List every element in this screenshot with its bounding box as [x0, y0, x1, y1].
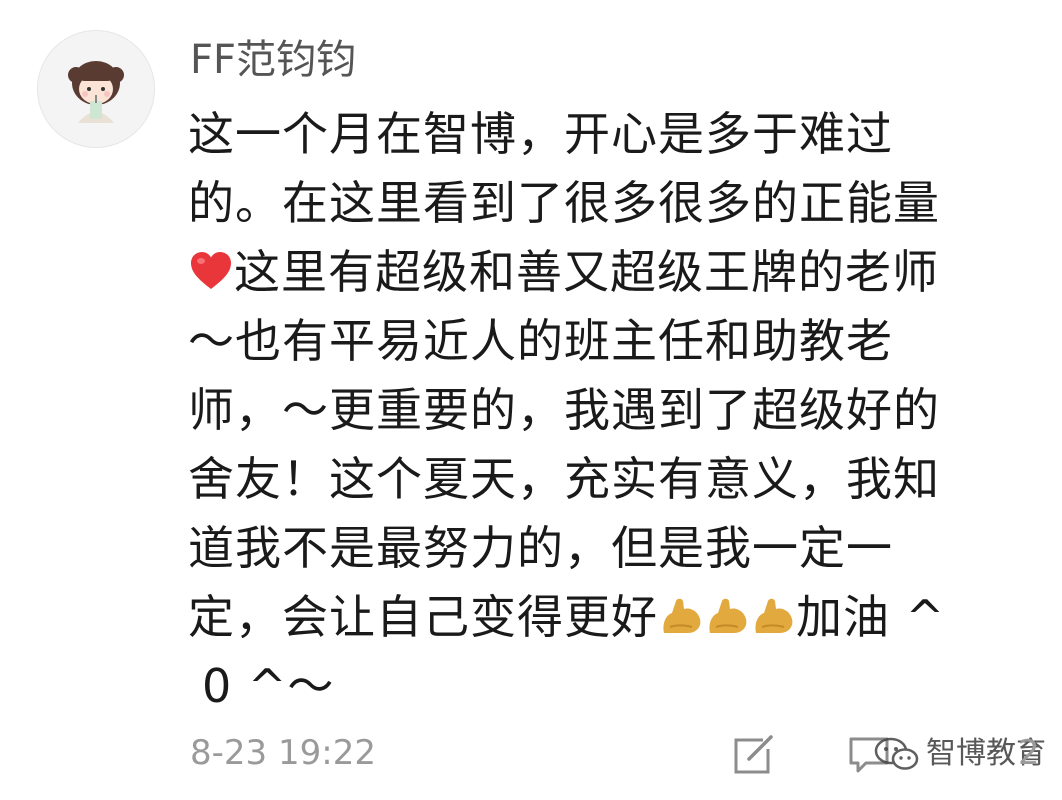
edit-icon[interactable]	[733, 735, 775, 775]
cartoon-girl-avatar-icon	[38, 31, 154, 147]
comment-line: 0 ^～	[202, 659, 335, 713]
wechat-logo-icon	[872, 735, 922, 773]
comment-line: 的。在这里看到了很多很多的正能量	[188, 176, 940, 230]
comment-line: 这里有超级和善又超级王牌的老师	[188, 238, 1038, 307]
user-avatar[interactable]	[37, 30, 155, 148]
comment-line-text: 定，会让自己变得更好	[188, 590, 658, 644]
comment-timestamp: 8-23 19:22	[190, 733, 376, 773]
comment-line: 舍友！这个夏天，充实有意义，我知	[188, 452, 940, 506]
comment-line-text: 这里有超级和善又超级王牌的老师	[234, 245, 939, 299]
username[interactable]: FF范钧钧	[190, 34, 356, 86]
comment-line: 道我不是最努力的，但是我一定一	[188, 521, 893, 575]
comment-line-suffix: 加油 ^	[796, 590, 946, 644]
comment-text: 这一个月在智博，开心是多于难过 的。在这里看到了很多很多的正能量 这里有超级和善…	[188, 100, 1038, 721]
flexed-biceps-icon	[658, 593, 704, 639]
comment-line: ～也有平易近人的班主任和助教老	[188, 314, 893, 368]
comment-count: 2	[1018, 733, 1040, 773]
comment-line: 这一个月在智博，开心是多于难过	[188, 107, 893, 161]
comment-screen: FF范钧钧 这一个月在智博，开心是多于难过 的。在这里看到了很多很多的正能量 这…	[0, 0, 1062, 800]
red-heart-icon	[188, 248, 234, 294]
flexed-biceps-icon	[704, 593, 750, 639]
comment-line: 师，～更重要的，我遇到了超级好的	[188, 383, 940, 437]
flexed-biceps-icon	[750, 593, 796, 639]
comment-line: 定，会让自己变得更好 加油 ^	[188, 583, 1038, 652]
